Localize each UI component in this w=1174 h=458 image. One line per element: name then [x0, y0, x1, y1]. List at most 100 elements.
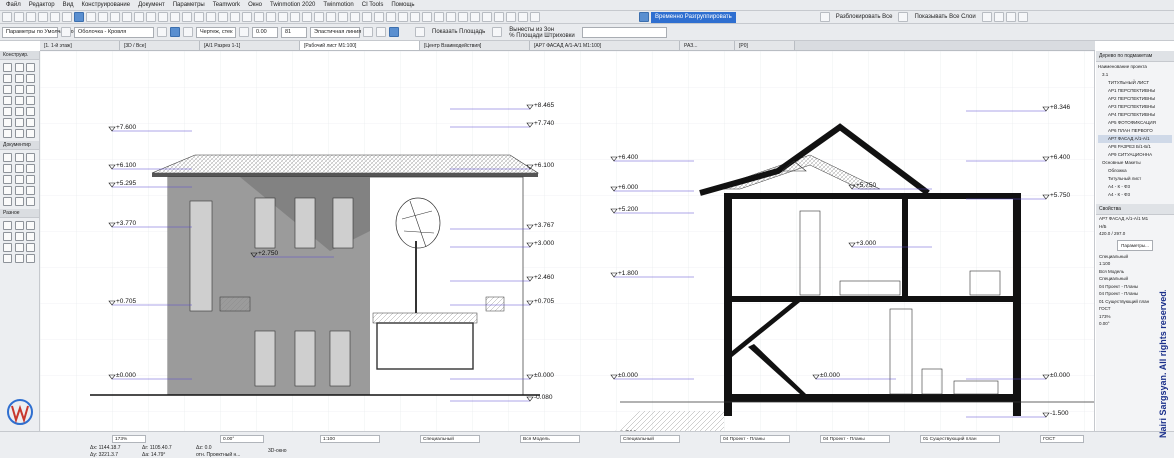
tool-icon-more-7[interactable] [3, 243, 12, 252]
mesh-tool-icon[interactable] [14, 118, 24, 127]
window-tool-icon[interactable] [14, 74, 24, 83]
3d-icon[interactable] [266, 12, 276, 22]
railing-tool-icon[interactable] [14, 96, 24, 105]
tool-icon-more-8[interactable] [14, 243, 24, 252]
dimension-tool-icon[interactable] [3, 153, 12, 162]
scale-field[interactable]: 1:100 [320, 435, 380, 443]
trim-icon[interactable] [494, 12, 504, 22]
elevation-icon[interactable] [230, 12, 240, 22]
tree-item[interactable]: АР9 СИТУАЦИОННА [1098, 151, 1172, 159]
project-name[interactable]: Наименование проекта [1098, 63, 1172, 71]
tool-icon-more-10[interactable] [3, 254, 12, 263]
text-tool-icon[interactable] [3, 164, 12, 173]
menu-options[interactable]: Параметры [169, 0, 209, 11]
object-tool-icon[interactable] [14, 107, 24, 116]
column-tool-icon[interactable] [14, 63, 24, 72]
property-row[interactable]: Специальный [1096, 275, 1174, 283]
distribute-icon[interactable] [398, 12, 408, 22]
menu-view[interactable]: Вид [59, 0, 78, 11]
fill-pen-icon[interactable] [376, 27, 386, 37]
pan-icon[interactable] [194, 12, 204, 22]
worksheet-icon[interactable] [254, 12, 264, 22]
level-dim-tool-icon[interactable] [14, 153, 24, 162]
save-icon[interactable] [26, 12, 36, 22]
split-icon[interactable] [482, 12, 492, 22]
adjust-icon[interactable] [506, 12, 516, 22]
menu-citools[interactable]: CI Tools [358, 0, 388, 11]
tree-item[interactable]: АР1 ПЕРСПЕКТИВНЫ [1098, 87, 1172, 95]
section-icon[interactable] [218, 12, 228, 22]
render-icon[interactable] [278, 12, 288, 22]
renovation-field[interactable]: 01 Существующий план [920, 435, 1000, 443]
property-row[interactable]: 1:100 [1096, 260, 1174, 268]
model-view-field[interactable]: Вся Модель [520, 435, 580, 443]
dimension-field[interactable]: ГОСТ [1040, 435, 1084, 443]
figure-tool-icon[interactable] [26, 186, 36, 195]
curtainwall-tool-icon[interactable] [26, 96, 36, 105]
fit-icon[interactable] [206, 12, 216, 22]
show-all-layers-button[interactable]: Показывать Все Слои [910, 12, 979, 23]
layer-combo-field[interactable]: Специальный [420, 435, 480, 443]
new-icon[interactable] [2, 12, 12, 22]
offset-icon[interactable] [458, 12, 468, 22]
arrow-tool-icon[interactable] [74, 12, 84, 22]
view-icon[interactable] [170, 12, 180, 22]
tree-item[interactable]: АР8 РАЗРЕЗ Б/1-Б/1 [1098, 143, 1172, 151]
pen-set-field[interactable]: 04 Проект - Планы [720, 435, 790, 443]
tree-item[interactable]: Основные Макеты [1098, 159, 1172, 167]
tool-icon-20[interactable] [14, 129, 24, 138]
property-row[interactable]: 04 Проект - Планы [1096, 283, 1174, 291]
wall-tool-icon[interactable] [3, 63, 12, 72]
stair-tool-icon[interactable] [3, 96, 12, 105]
menu-document[interactable]: Документ [134, 0, 169, 11]
tool-icon-19[interactable] [3, 129, 12, 138]
suspend-group-icon[interactable] [639, 12, 649, 22]
fill-bg-icon[interactable] [389, 27, 399, 37]
resize-icon[interactable] [470, 12, 480, 22]
detail-icon[interactable] [242, 12, 252, 22]
menu-teamwork[interactable]: Teamwork [209, 0, 244, 11]
default-settings-button[interactable]: Параметры по Умолчанию [2, 26, 74, 38]
zoom-icon[interactable] [182, 12, 192, 22]
tree-item[interactable]: АР6 ПЛАН ПЕРВОГО [1098, 127, 1172, 135]
menu-twinmotion[interactable]: Twinmotion [319, 0, 357, 11]
extra-icon-4[interactable] [1017, 12, 1028, 22]
tool-icon-more-12[interactable] [26, 254, 36, 263]
unlock-all-button[interactable]: Разблокировать Все [832, 12, 897, 23]
property-row[interactable]: Вся Модель [1096, 268, 1174, 276]
value-field-1[interactable]: 0.00 [252, 26, 278, 38]
align-icon[interactable] [386, 12, 396, 22]
angle-field[interactable]: 0.00° [220, 435, 264, 443]
toolbox-section-design[interactable]: Конструир. [0, 51, 39, 60]
layer-select[interactable]: Оболочка - Кровля [74, 26, 154, 38]
magic-wand-icon[interactable] [98, 12, 108, 22]
layers-icon[interactable] [158, 12, 168, 22]
arc-tool-icon[interactable] [14, 175, 24, 184]
extra-icon-2[interactable] [993, 12, 1004, 22]
drawing-tool-icon[interactable] [26, 221, 36, 230]
tree-item[interactable]: Обложка [1098, 167, 1172, 175]
layout-icon[interactable] [326, 12, 336, 22]
tool-icon-more-9[interactable] [26, 243, 36, 252]
toolbox-section-document[interactable]: Документир [0, 141, 39, 150]
camera-tool-icon[interactable] [3, 232, 12, 241]
geometry-method-icon[interactable] [170, 27, 180, 37]
property-row[interactable]: Специальный [1096, 253, 1174, 261]
tab-1[interactable]: [3D / Все] [120, 41, 200, 50]
element-type-icon[interactable] [61, 27, 71, 37]
section-tool-icon[interactable] [3, 197, 12, 206]
fill-tool-icon[interactable] [26, 164, 36, 173]
tab-2[interactable]: [А/1 Разрез 1-1] [200, 41, 300, 50]
fill-icon[interactable] [183, 27, 193, 37]
opening-tool-icon[interactable] [26, 118, 36, 127]
lamp-tool-icon[interactable] [26, 107, 36, 116]
snap-icon[interactable] [134, 12, 144, 22]
marquee-icon[interactable] [86, 12, 96, 22]
fillet-icon[interactable] [530, 12, 540, 22]
from-zone-checkbox[interactable] [492, 27, 503, 37]
publish-icon[interactable] [338, 12, 348, 22]
skylight-tool-icon[interactable] [26, 74, 36, 83]
teamwork-icon[interactable] [290, 12, 300, 22]
tree-item[interactable]: АР5 ФОТОФИКСАЦИЯ [1098, 119, 1172, 127]
menu-window[interactable]: Окно [244, 0, 266, 11]
